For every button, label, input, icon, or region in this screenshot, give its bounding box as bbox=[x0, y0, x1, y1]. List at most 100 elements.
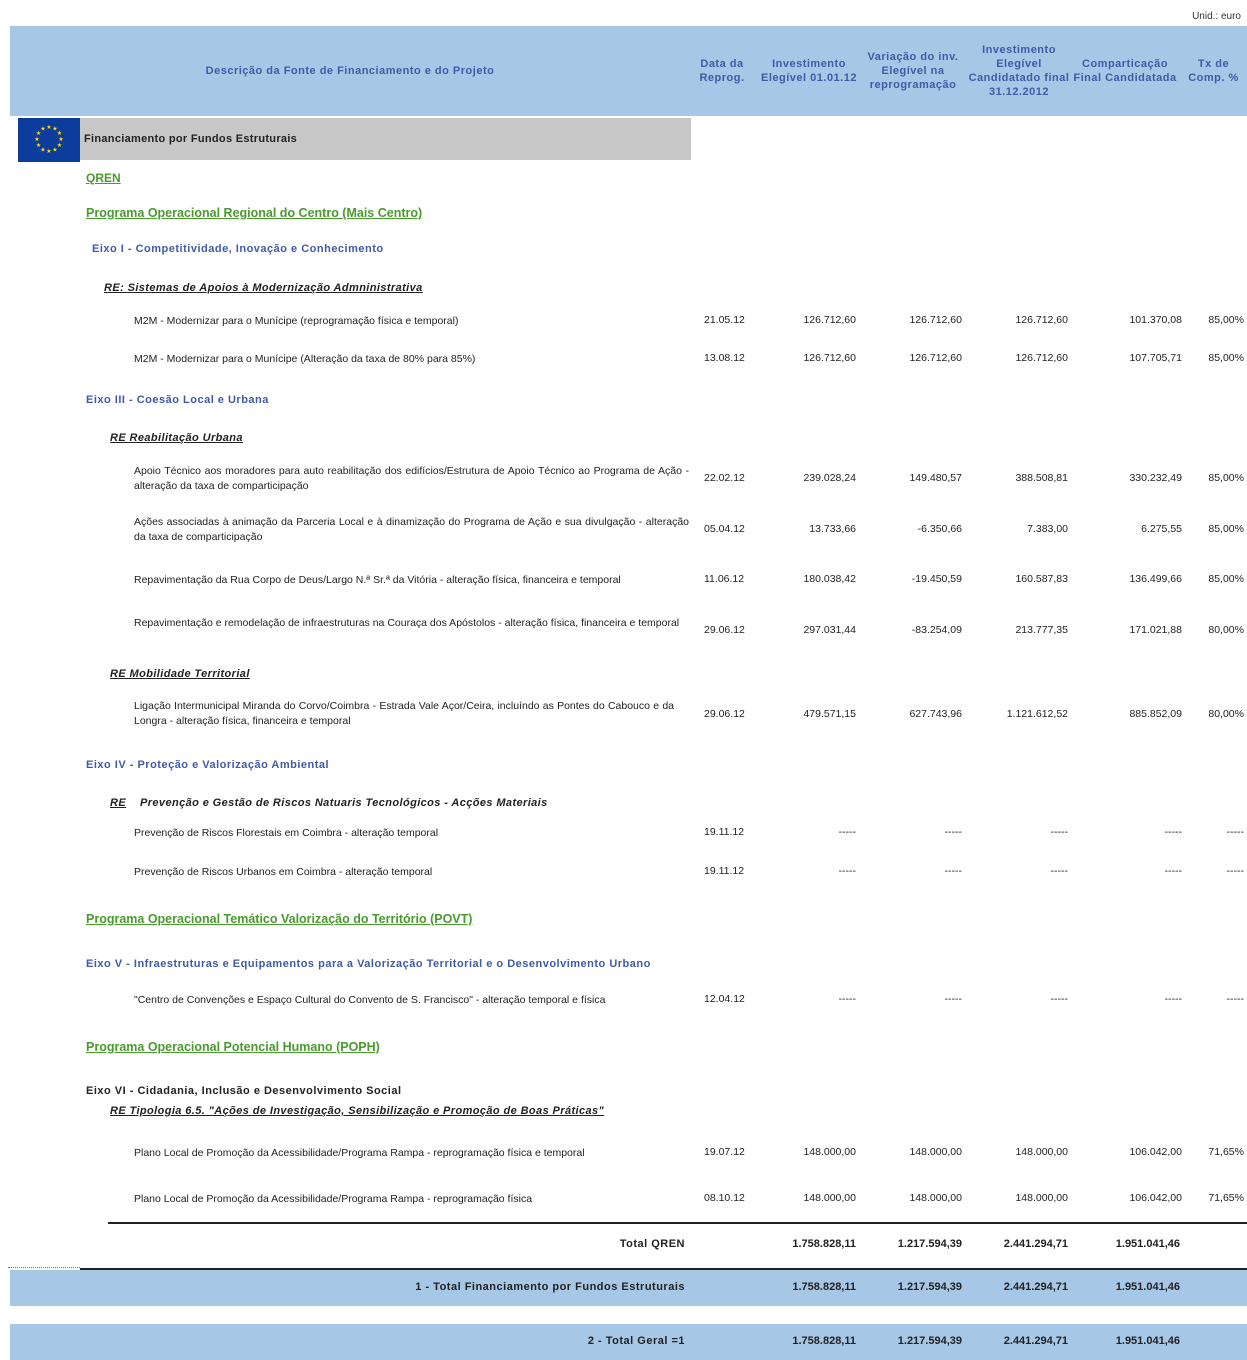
row-variation: 627.743,96 bbox=[909, 708, 962, 720]
svg-text:★: ★ bbox=[52, 146, 57, 153]
row-rate: 85,00% bbox=[1208, 314, 1244, 326]
total-comparticipation: 1.951.041,46 bbox=[1115, 1335, 1180, 1347]
row-candidated: ----- bbox=[1050, 865, 1068, 877]
qren-label: QREN bbox=[86, 171, 121, 185]
row-variation: -6.350,66 bbox=[917, 523, 962, 535]
row-comparticipation: 136.499,66 bbox=[1129, 573, 1182, 585]
row-investment: ----- bbox=[838, 826, 856, 838]
row-rate: 85,00% bbox=[1208, 472, 1244, 484]
row-variation: 149.480,57 bbox=[909, 472, 962, 484]
row-variation: ----- bbox=[944, 993, 962, 1005]
program-poph: Programa Operacional Potencial Humano (P… bbox=[86, 1040, 380, 1054]
row-candidated: 1.121.612,52 bbox=[1006, 708, 1068, 720]
total-variation: 1.217.594,39 bbox=[897, 1335, 962, 1347]
row-investment: 479.571,15 bbox=[803, 708, 856, 720]
axis-v: Eixo V - Infraestruturas e Equipamentos … bbox=[86, 958, 651, 970]
total-general-row: 2 - Total Geral =1 1.758.828,11 1.217.59… bbox=[10, 1324, 1247, 1360]
header-investment: Investimento Elegível 01.01.12 bbox=[761, 58, 857, 84]
row-date: 13.08.12 bbox=[704, 352, 745, 364]
row-description: Apoio Técnico aos moradores para auto re… bbox=[134, 465, 689, 492]
row-comparticipation: 885.852,09 bbox=[1129, 708, 1182, 720]
row-variation: 126.712,60 bbox=[909, 314, 962, 326]
total-candidated: 2.441.294,71 bbox=[1003, 1281, 1068, 1293]
re-tipologia: RE Tipologia 6.5. "Ações de Investigação… bbox=[110, 1105, 605, 1117]
row-description: M2M - Modernizar para o Munícipe (reprog… bbox=[134, 315, 459, 327]
row-rate: 71,65% bbox=[1208, 1146, 1244, 1158]
header-comparticipation: Comparticação Final Candidatada bbox=[1073, 58, 1177, 84]
row-comparticipation: 107.705,71 bbox=[1129, 352, 1182, 364]
row-investment: ----- bbox=[838, 993, 856, 1005]
total-candidated: 2.441.294,71 bbox=[1003, 1335, 1068, 1347]
eu-flag-icon: ★ ★ ★ ★ ★ ★ ★ ★ ★ ★ ★ ★ bbox=[18, 118, 80, 162]
re-mobilidade: RE Mobilidade Territorial bbox=[110, 668, 250, 680]
row-comparticipation: 330.232,49 bbox=[1129, 472, 1182, 484]
row-date: 22.02.12 bbox=[704, 472, 745, 484]
row-rate: 85,00% bbox=[1208, 523, 1244, 535]
row-rate: 80,00% bbox=[1208, 624, 1244, 636]
header-variation: Variação do inv. Elegível na reprogramaç… bbox=[867, 51, 959, 91]
row-investment: 180.038,42 bbox=[803, 573, 856, 585]
program-povt: Programa Operacional Temático Valorizaçã… bbox=[86, 912, 473, 926]
program-mais-centro: Programa Operacional Regional do Centro … bbox=[86, 206, 423, 220]
total-variation: 1.217.594,39 bbox=[897, 1238, 962, 1250]
row-candidated: 148.000,00 bbox=[1015, 1146, 1068, 1158]
row-date: 19.07.12 bbox=[704, 1146, 745, 1158]
total-candidated: 2.441.294,71 bbox=[1003, 1238, 1068, 1250]
header-description: Descrição da Fonte de Financiamento e do… bbox=[205, 65, 495, 77]
row-date: 19.11.12 bbox=[704, 826, 745, 838]
row-description: Ações associadas à animação da Parceria … bbox=[134, 516, 689, 543]
header-date: Data da Reprog. bbox=[699, 58, 745, 84]
dotted-divider bbox=[8, 1267, 80, 1268]
total-comparticipation: 1.951.041,46 bbox=[1115, 1281, 1180, 1293]
total-investment: 1.758.828,11 bbox=[792, 1335, 856, 1347]
row-description: Ligação Intermunicipal Miranda do Corvo/… bbox=[134, 700, 674, 727]
svg-text:★: ★ bbox=[40, 126, 45, 133]
row-investment: 297.031,44 bbox=[803, 624, 856, 636]
row-candidated: 7.383,00 bbox=[1027, 523, 1068, 535]
row-variation: 126.712,60 bbox=[909, 352, 962, 364]
row-rate: 85,00% bbox=[1208, 352, 1244, 364]
table-header: Descrição da Fonte de Financiamento e do… bbox=[10, 26, 1247, 116]
row-comparticipation: 6.275,55 bbox=[1141, 523, 1182, 535]
row-comparticipation: 106.042,00 bbox=[1129, 1146, 1182, 1158]
unit-label: Unid.: euro bbox=[1192, 11, 1241, 22]
re-modernizacao: RE: Sistemas de Apoios à Modernização Ad… bbox=[104, 282, 423, 294]
row-rate: ----- bbox=[1226, 993, 1244, 1005]
row-date: 11.06.12 bbox=[704, 573, 745, 585]
divider bbox=[108, 1222, 1247, 1224]
row-rate: 80,00% bbox=[1208, 708, 1244, 720]
total-structural-row: 1 - Total Financiamento por Fundos Estru… bbox=[10, 1270, 1247, 1306]
row-rate: 85,00% bbox=[1208, 573, 1244, 585]
row-description: Prevenção de Riscos Florestais em Coimbr… bbox=[134, 827, 439, 839]
row-investment: 126.712,60 bbox=[803, 352, 856, 364]
axis-iii: Eixo III - Coesão Local e Urbana bbox=[86, 394, 269, 406]
row-comparticipation: ----- bbox=[1164, 993, 1182, 1005]
axis-i: Eixo I - Competitividade, Inovação e Con… bbox=[92, 243, 384, 255]
row-variation: 148.000,00 bbox=[909, 1146, 962, 1158]
row-investment: ----- bbox=[838, 865, 856, 877]
header-rate: Tx de Comp. % bbox=[1188, 58, 1239, 84]
row-description: Plano Local de Promoção da Acessibilidad… bbox=[134, 1193, 533, 1205]
row-candidated: ----- bbox=[1050, 993, 1068, 1005]
row-investment: 148.000,00 bbox=[803, 1192, 856, 1204]
row-comparticipation: ----- bbox=[1164, 826, 1182, 838]
row-candidated: 126.712,60 bbox=[1015, 314, 1068, 326]
row-date: 08.10.12 bbox=[704, 1192, 745, 1204]
row-date: 21.05.12 bbox=[704, 314, 745, 326]
funding-label: Financiamento por Fundos Estruturais bbox=[84, 133, 298, 145]
row-rate: ----- bbox=[1226, 865, 1244, 877]
row-comparticipation: ----- bbox=[1164, 865, 1182, 877]
svg-text:★: ★ bbox=[46, 148, 51, 155]
row-date: 29.06.12 bbox=[704, 624, 745, 636]
svg-text:★: ★ bbox=[36, 142, 41, 149]
row-description: Plano Local de Promoção da Acessibilidad… bbox=[134, 1147, 585, 1159]
row-date: 12.04.12 bbox=[704, 993, 745, 1005]
svg-text:★: ★ bbox=[46, 124, 51, 131]
row-candidated: ----- bbox=[1050, 826, 1068, 838]
total-label: Total QREN bbox=[619, 1238, 685, 1250]
axis-iv: Eixo IV - Proteção e Valorização Ambient… bbox=[86, 759, 330, 771]
row-candidated: 388.508,81 bbox=[1015, 472, 1068, 484]
total-investment: 1.758.828,11 bbox=[792, 1281, 856, 1293]
row-investment: 13.733,66 bbox=[809, 523, 856, 535]
row-comparticipation: 171.021,88 bbox=[1129, 624, 1182, 636]
